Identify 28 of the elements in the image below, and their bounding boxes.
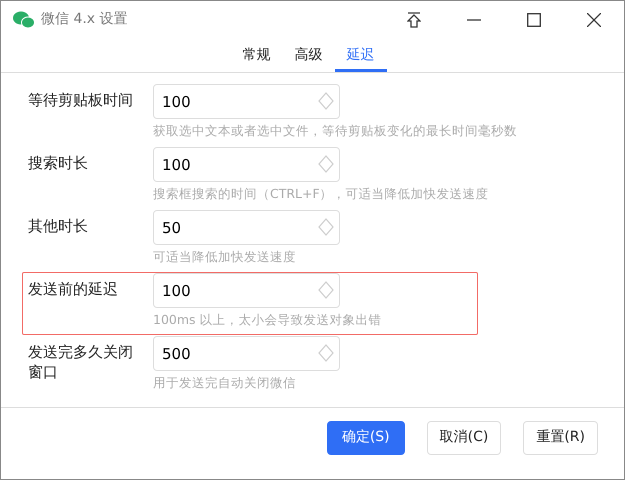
window-title: 微信 4.x 设置 [41, 10, 128, 29]
spinner-icon[interactable] [318, 217, 334, 237]
number-field[interactable]: 100 [153, 84, 340, 119]
number-field[interactable]: 50 [153, 210, 340, 245]
dialog-button[interactable]: 重置(R) [523, 420, 598, 454]
tab[interactable]: 延迟 [334, 38, 386, 72]
hint-text: 可适当降低加快发送速度 [153, 248, 296, 266]
field-label: 其他时长 [28, 216, 89, 237]
spinner-icon[interactable] [318, 154, 334, 174]
spinner-icon[interactable] [318, 280, 334, 300]
spinner-icon[interactable] [318, 343, 334, 363]
number-field[interactable]: 100 [153, 273, 340, 308]
dialog-button[interactable]: 取消(C) [426, 420, 502, 454]
hint-text: 100ms 以上，太小会导致发送对象出错 [153, 311, 382, 329]
app-logo-icon [13, 10, 35, 28]
tab[interactable]: 常规 [230, 38, 282, 72]
hint-text: 搜索框搜索的时间（CTRL+F），可适当降低加快发送速度 [153, 185, 489, 203]
tab[interactable]: 高级 [282, 38, 334, 72]
spinner-icon[interactable] [318, 91, 334, 111]
field-label: 搜索时长 [28, 153, 89, 174]
confirm-button[interactable]: 确定(S) [326, 420, 405, 454]
field-label: 发送完多久关闭窗口 [28, 342, 134, 384]
field-label: 等待剪贴板时间 [28, 90, 134, 111]
hint-text: 用于发送完自动关闭微信 [153, 374, 296, 392]
number-field[interactable]: 100 [153, 147, 340, 182]
hint-text: 获取选中文本或者选中文件，等待剪贴板变化的最长时间毫秒数 [153, 122, 517, 140]
number-field[interactable]: 500 [153, 336, 340, 371]
field-label: 发送前的延迟 [28, 279, 119, 300]
